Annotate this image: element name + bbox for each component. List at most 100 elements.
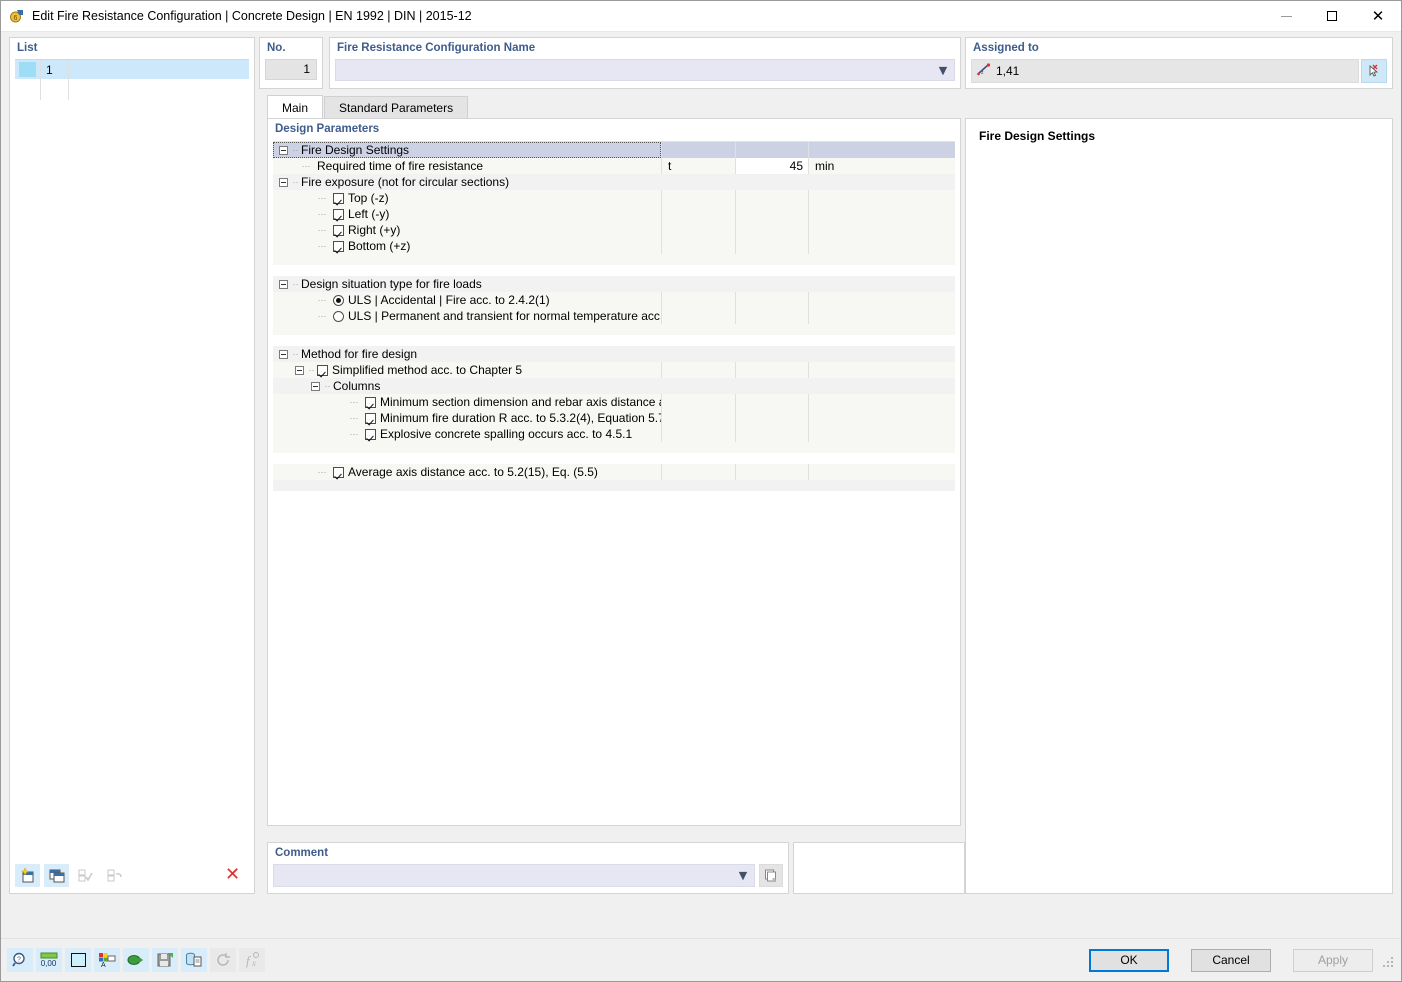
- tree-row-label: Simplified method acc. to Chapter 5: [332, 363, 523, 377]
- tree-connector: ···: [317, 225, 327, 235]
- tree-connector: ··: [308, 365, 315, 375]
- minimize-button[interactable]: [1263, 1, 1309, 32]
- tree-unit-cell: [808, 442, 955, 453]
- ok-button[interactable]: OK: [1089, 948, 1169, 972]
- info-panel: Fire Design Settings: [965, 118, 1393, 894]
- tree-row[interactable]: ··· Left (-y): [273, 206, 955, 222]
- design-parameters-tree[interactable]: ·· Fire Design Settings ··· Required time o…: [273, 141, 955, 820]
- tree-row[interactable]: ··· Minimum section dimension and rebar a…: [273, 394, 955, 410]
- export-button[interactable]: [152, 948, 178, 972]
- tree-spacer-cell: [273, 480, 661, 491]
- resize-grip[interactable]: [1381, 953, 1395, 967]
- configuration-name-combo[interactable]: ▼: [335, 59, 955, 81]
- tree-row[interactable]: ·· Fire Design Settings: [273, 142, 955, 158]
- tree-spacer-cell: [273, 453, 661, 464]
- checkbox[interactable]: [365, 412, 376, 424]
- tree-row-label-cell: ··· Top (-z): [273, 190, 661, 206]
- configuration-list[interactable]: 1: [15, 59, 249, 888]
- tree-row[interactable]: ·· Method for fire design: [273, 346, 955, 362]
- tab-standard-parameters[interactable]: Standard Parameters: [324, 96, 469, 119]
- tree-row[interactable]: ··· Average axis distance acc. to 5.2(15)…: [273, 464, 955, 480]
- tree-connector: ··: [292, 279, 299, 289]
- tree-row[interactable]: ·· Columns: [273, 378, 955, 394]
- import-button[interactable]: [123, 948, 149, 972]
- tree-unit-cell: [808, 394, 955, 410]
- tree-row-label-cell: ··· Minimum section dimension and rebar a…: [273, 394, 662, 410]
- list-item[interactable]: 1: [15, 60, 249, 79]
- maximize-button[interactable]: [1309, 1, 1355, 32]
- checkbox[interactable]: [333, 240, 344, 252]
- tree-unit-cell: [808, 453, 955, 464]
- tree-row[interactable]: ··· Required time of fire resistance t 45 mi…: [273, 158, 955, 174]
- chevron-down-icon[interactable]: ▼: [732, 869, 754, 882]
- tree-row-label: ULS | Permanent and transient for normal…: [348, 309, 661, 323]
- tree-symbol-cell: [661, 276, 735, 292]
- tree-spacer-row: [273, 442, 955, 453]
- tree-row[interactable]: ··· Bottom (+z): [273, 238, 955, 254]
- collapse-expander-icon[interactable]: [279, 145, 288, 155]
- search-button[interactable]: ?: [7, 948, 33, 972]
- tree-spacer-row: [273, 453, 955, 464]
- list-panel-label: List: [17, 42, 38, 54]
- copy-configuration-button[interactable]: [44, 863, 69, 887]
- tree-row[interactable]: ··· ULS | Permanent and transient for nor…: [273, 308, 955, 324]
- tree-symbol-cell: [661, 410, 735, 426]
- tree-connector: ···: [349, 397, 359, 407]
- collapse-expander-icon[interactable]: [295, 365, 304, 375]
- collapse-expander-icon[interactable]: [279, 349, 288, 359]
- comment-panel: Comment ▼: [267, 842, 789, 894]
- delete-configuration-button[interactable]: ✕: [220, 864, 245, 887]
- tree-unit-cell: [808, 142, 955, 158]
- checkbox[interactable]: [333, 466, 344, 478]
- svg-text:6: 6: [14, 15, 18, 22]
- display-properties-button[interactable]: A: [94, 948, 120, 972]
- members-icon: z: [977, 63, 991, 79]
- copy-comment-button[interactable]: [759, 864, 783, 887]
- radio-button[interactable]: [333, 294, 344, 306]
- tree-row[interactable]: ·· Simplified method acc. to Chapter 5: [273, 362, 955, 378]
- tree-symbol-cell: [661, 174, 735, 190]
- checkbox[interactable]: [333, 224, 344, 236]
- color-button[interactable]: [65, 948, 91, 972]
- minimize-icon: [1280, 15, 1292, 17]
- assigned-to-field[interactable]: z 1,41: [971, 59, 1359, 83]
- chevron-down-icon[interactable]: ▼: [932, 64, 954, 77]
- tree-value-input[interactable]: 45: [735, 158, 808, 174]
- checkbox[interactable]: [365, 396, 376, 408]
- tree-row[interactable]: ·· Fire exposure (not for circular sectio…: [273, 174, 955, 190]
- color-swatch: [19, 62, 36, 77]
- tab-main[interactable]: Main: [267, 95, 324, 119]
- tree-unit-cell: [808, 254, 955, 265]
- tree-row[interactable]: ··· Right (+y): [273, 222, 955, 238]
- tree-row[interactable]: ··· Top (-z): [273, 190, 955, 206]
- tree-row[interactable]: ·· Design situation type for fire loads: [273, 276, 955, 292]
- checkbox[interactable]: [317, 364, 328, 376]
- tree-row[interactable]: ··· Minimum fire duration R acc. to 5.3.2…: [273, 410, 955, 426]
- collapse-expander-icon[interactable]: [279, 177, 288, 187]
- tree-row[interactable]: ··· Explosive concrete spalling occurs ac…: [273, 426, 955, 442]
- number-panel-label: No.: [267, 42, 286, 54]
- select-objects-button[interactable]: [1361, 59, 1387, 83]
- checkbox[interactable]: [333, 192, 344, 204]
- checkbox[interactable]: [333, 208, 344, 220]
- tree-unit-cell: min: [808, 158, 955, 174]
- units-decimal-places-button[interactable]: 0,00: [36, 948, 62, 972]
- tree-row-label: Columns: [333, 379, 381, 393]
- tree-value-cell: [735, 206, 808, 222]
- cancel-button[interactable]: Cancel: [1191, 948, 1271, 972]
- maximize-icon: [1327, 11, 1337, 21]
- tree-row-label: Right (+y): [348, 223, 401, 237]
- comment-combo[interactable]: ▼: [273, 864, 755, 887]
- number-value: 1: [265, 59, 317, 80]
- close-button[interactable]: ✕: [1355, 1, 1401, 32]
- database-button[interactable]: [181, 948, 207, 972]
- tree-spacer-cell: [273, 442, 661, 453]
- checkbox[interactable]: [365, 428, 376, 440]
- radio-button[interactable]: [333, 310, 344, 322]
- tree-value-cell: [735, 410, 808, 426]
- collapse-expander-icon[interactable]: [311, 381, 320, 391]
- tree-unit-cell: [808, 480, 955, 491]
- new-configuration-button[interactable]: [15, 863, 40, 887]
- tree-row[interactable]: ··· ULS | Accidental | Fire acc. to 2.4.2…: [273, 292, 955, 308]
- collapse-expander-icon[interactable]: [279, 279, 288, 289]
